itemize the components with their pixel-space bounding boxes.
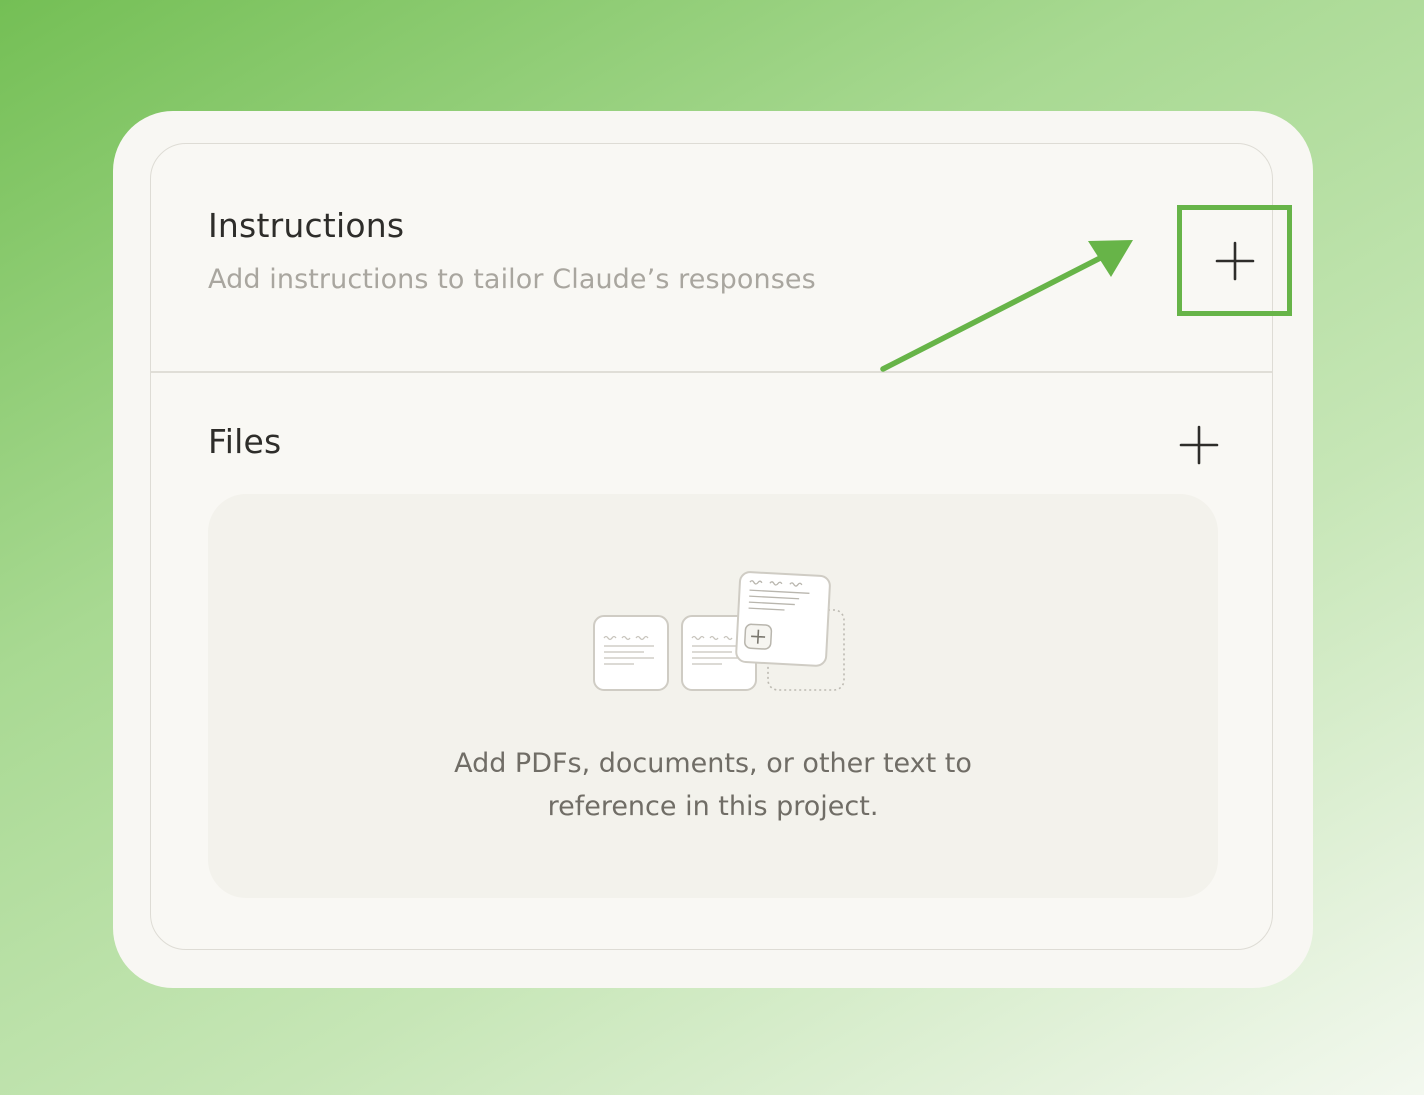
files-dropzone[interactable]: Add PDFs, documents, or other text to re… [208,494,1218,898]
plus-icon [1179,425,1219,465]
project-panel: Instructions Add instructions to tailor … [150,143,1292,950]
project-knowledge-card: Instructions Add instructions to tailor … [113,111,1313,988]
documents-stack-icon [593,571,845,691]
files-empty-state-text: Add PDFs, documents, or other text to re… [208,742,1218,828]
instructions-title: Instructions [208,206,405,245]
add-files-button[interactable] [1177,423,1221,467]
highlight-box [1177,205,1292,316]
section-divider [151,371,1272,373]
instructions-description: Add instructions to tailor Claude’s resp… [208,264,816,295]
empty-state-line-2: reference in this project. [547,791,879,822]
files-title: Files [208,422,282,461]
empty-state-line-1: Add PDFs, documents, or other text to [454,748,972,779]
